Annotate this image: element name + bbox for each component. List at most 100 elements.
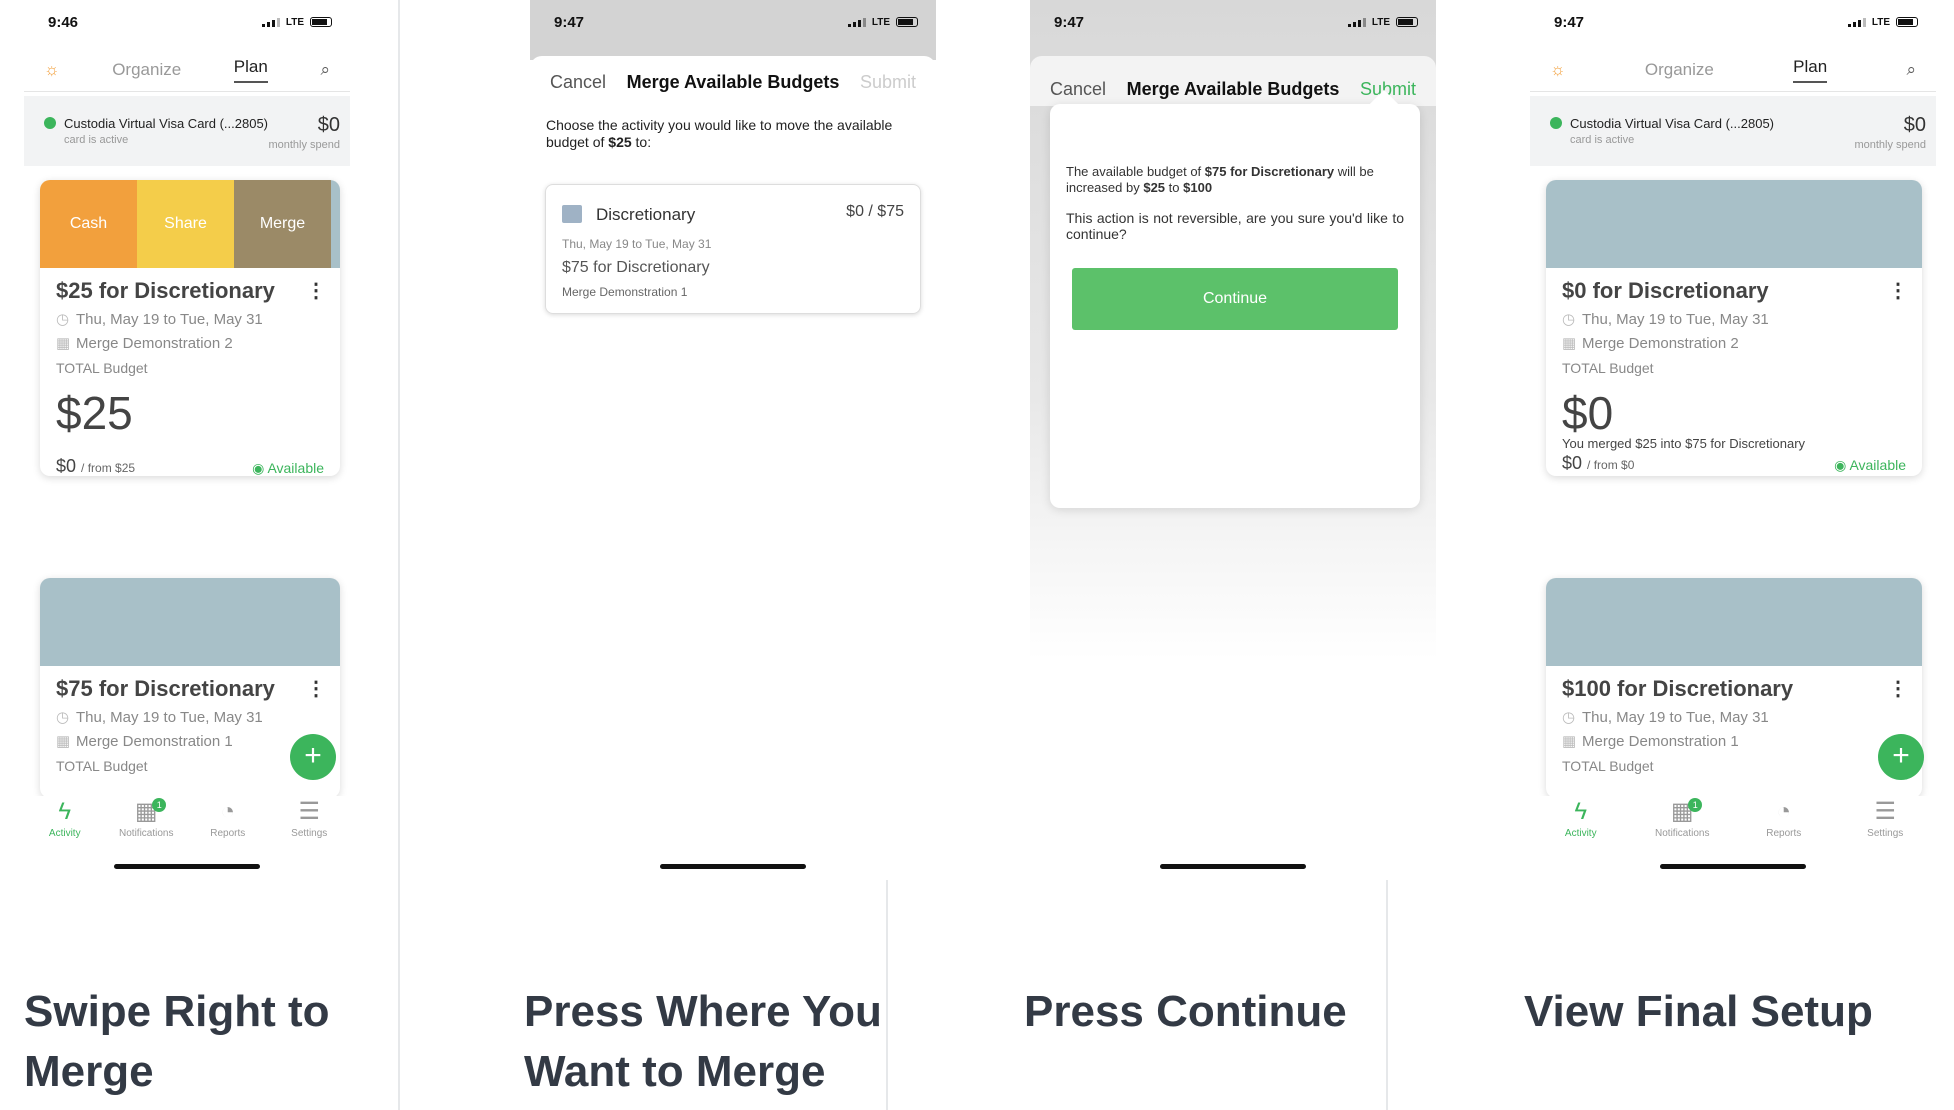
sliders-icon: ☰ (298, 798, 320, 825)
available-status: Available (1849, 457, 1906, 473)
monthly-spend-amount: $0 (317, 114, 340, 136)
grid-icon: ▦ (1562, 335, 1577, 352)
total-budget-label: TOTAL Budget (1562, 758, 1654, 774)
tab-settings[interactable]: ☰ Settings (1845, 796, 1925, 856)
status-bar: 9:47 LTE (1530, 0, 1936, 44)
more-options-icon[interactable]: ⋮ (306, 676, 326, 701)
status-bar: 9:46 LTE (24, 0, 350, 44)
tab-notifications[interactable]: ▦ 1 Notifications (106, 796, 186, 856)
tab-activity[interactable]: ϟ Activity (1541, 796, 1621, 856)
tab-activity[interactable]: ϟ Activity (25, 796, 105, 856)
budget-card-1[interactable]: ⋮ $0 for Discretionary ◷ Thu, May 19 to T… (1546, 180, 1922, 476)
tab-notifications[interactable]: ▦ 1 Notifications (1642, 796, 1722, 856)
option-group: Merge Demonstration 1 (562, 285, 688, 299)
cash-button[interactable]: Cash (40, 180, 137, 268)
phone-screen-2: 9:47 LTE Cancel Merge Available Budgets … (530, 0, 936, 880)
clock-icon: ◷ (56, 709, 70, 726)
grid-icon: ▦ (56, 335, 71, 352)
card-name: Custodia Virtual Visa Card (...2805) (64, 116, 269, 131)
grid-icon: ▦ (1670, 798, 1694, 825)
monthly-spend-label: monthly spend (1854, 139, 1926, 151)
tab-organize[interactable]: Organize (1645, 60, 1714, 80)
clock-icon: ◷ (56, 311, 70, 328)
budget-title: $75 for Discretionary (56, 676, 275, 701)
spent-amount: $0 (1562, 453, 1583, 473)
banner-illustration (1546, 578, 1922, 666)
search-icon[interactable]: ⌕ (320, 60, 330, 80)
carrier-label: LTE (285, 16, 304, 28)
status-time: 9:47 (1554, 13, 1585, 31)
spent-amount: $0 (56, 456, 77, 476)
sheet-header: Cancel Merge Available Budgets Submit (530, 56, 936, 93)
step-3-column: 9:47 LTE Cancel Merge Available Budgets … (988, 0, 1436, 1110)
sheet-title: Merge Available Budgets (626, 72, 840, 92)
budget-title: $25 for Discretionary (56, 278, 275, 303)
status-time: 9:47 (1054, 13, 1085, 31)
tab-plan[interactable]: Plan (1793, 57, 1828, 83)
carrier-label: LTE (871, 16, 890, 28)
sun-icon[interactable]: ☼ (44, 60, 60, 80)
tab-reports[interactable]: ◔ Reports (188, 796, 268, 856)
submit-button[interactable]: Submit (860, 72, 916, 93)
home-indicator (1160, 864, 1306, 869)
sliders-icon: ☰ (1874, 798, 1896, 825)
more-options-icon[interactable]: ⋮ (1888, 278, 1908, 303)
tab-settings[interactable]: ☰ Settings (269, 796, 349, 856)
budget-group: Merge Demonstration 2 (1582, 335, 1739, 352)
share-button[interactable]: Share (137, 180, 234, 268)
grid-icon: ▦ (1562, 733, 1577, 750)
destination-budget-option[interactable]: Discretionary $0 / $75 Thu, May 19 to Tu… (545, 184, 921, 314)
total-budget-amount: $25 (56, 387, 133, 439)
option-amount: $0 / $75 (846, 203, 904, 220)
search-icon[interactable]: ⌕ (1906, 60, 1916, 80)
home-indicator (114, 864, 260, 869)
battery-icon (896, 17, 918, 27)
calendar-icon (562, 205, 582, 223)
tab-organize[interactable]: Organize (112, 60, 181, 80)
continue-button[interactable]: Continue (1072, 268, 1398, 330)
tab-reports[interactable]: ◔ Reports (1744, 796, 1824, 856)
monthly-spend-label: monthly spend (268, 139, 340, 151)
step-caption: Press Continue (1024, 987, 1347, 1036)
top-navigation: ☼ Organize Plan ⌕ (24, 48, 350, 92)
banner-illustration (1546, 180, 1922, 268)
merge-note: You merged $25 into $75 for Discretionar… (1562, 436, 1806, 451)
grid-icon: ▦ (134, 798, 158, 825)
budget-group: Merge Demonstration 2 (76, 335, 233, 352)
top-navigation: ☼ Organize Plan ⌕ (1530, 48, 1936, 92)
more-options-icon[interactable]: ⋮ (1888, 676, 1908, 701)
card-status-bar[interactable]: Custodia Virtual Visa Card (...2805) car… (24, 96, 350, 166)
tab-plan[interactable]: Plan (233, 57, 268, 83)
sheet-title: Merge Available Budgets (1126, 78, 1340, 99)
grid-icon: ▦ (56, 733, 71, 750)
budget-title: $100 for Discretionary (1562, 676, 1794, 701)
total-budget-label: TOTAL Budget (56, 360, 148, 376)
battery-icon (1396, 17, 1418, 27)
battery-icon (310, 17, 332, 27)
budget-card-1[interactable]: Cash Share Merge ⋮ $25 for Discretionary… (40, 180, 340, 476)
budget-title: $0 for Discretionary (1562, 278, 1769, 303)
phone-screen-3: 9:47 LTE Cancel Merge Available Budgets … (1030, 0, 1436, 880)
card-status-bar[interactable]: Custodia Virtual Visa Card (...2805) car… (1530, 96, 1936, 166)
status-bar: 9:47 LTE (530, 0, 936, 44)
step-2-column: 9:47 LTE Cancel Merge Available Budgets … (488, 0, 936, 1110)
step-1-column: 9:46 LTE ☼ Organize Plan ⌕ Custodia Virt… (0, 0, 400, 1110)
active-dot-icon (1550, 117, 1562, 129)
bottom-tab-bar: ϟ Activity ▦ 1 Notifications ◔ Reports ☰ Sett… (24, 796, 350, 856)
banner-illustration (40, 578, 340, 666)
budget-card-2[interactable]: ⋮ $100 for Discretionary ◷ Thu, May 19 to… (1546, 578, 1922, 798)
budget-group: Merge Demonstration 1 (1582, 733, 1739, 750)
from-amount: / from $25 (81, 461, 136, 475)
clock-icon: ◷ (1562, 709, 1576, 726)
add-button[interactable]: + (290, 734, 336, 780)
sun-icon[interactable]: ☼ (1550, 60, 1566, 80)
lightning-icon: ϟ (1574, 798, 1588, 825)
more-options-icon[interactable]: ⋮ (306, 278, 326, 303)
add-button[interactable]: + (1878, 734, 1924, 780)
merge-button[interactable]: Merge (234, 180, 331, 268)
swipe-actions: Cash Share Merge (40, 180, 340, 268)
cancel-button[interactable]: Cancel (1050, 79, 1106, 100)
lightning-icon: ϟ (58, 798, 72, 825)
tutorial-stage: 9:46 LTE ☼ Organize Plan ⌕ Custodia Virt… (0, 0, 1954, 1110)
cancel-button[interactable]: Cancel (550, 72, 606, 93)
